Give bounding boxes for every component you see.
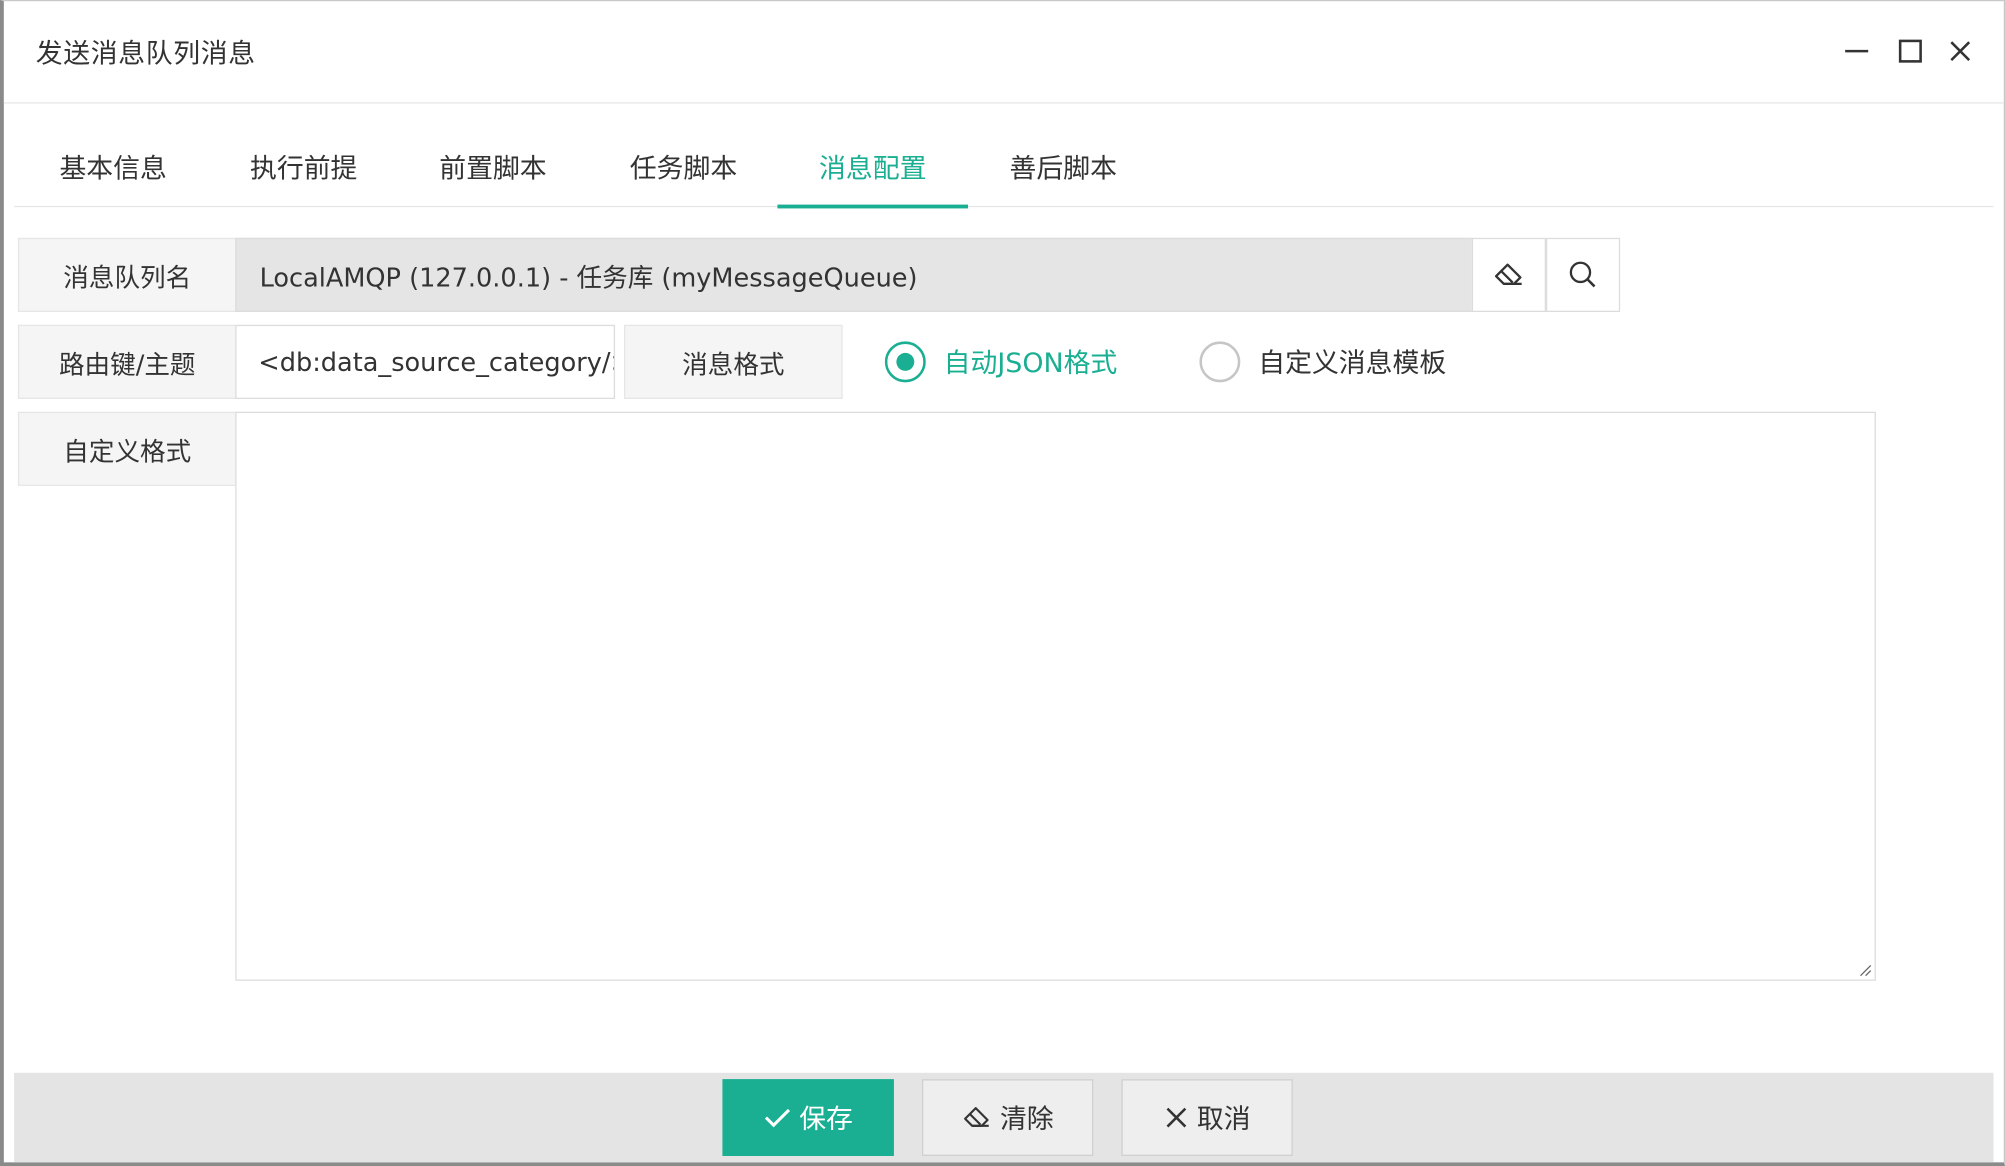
radio-auto-json[interactable]: 自动JSON格式 <box>884 340 1118 383</box>
clear-button[interactable]: 清除 <box>921 1079 1094 1156</box>
title-bar: 发送消息队列消息 <box>3 1 2004 104</box>
routing-key-field[interactable]: <db:data_source_category/> <box>235 324 616 399</box>
tab-pre-script[interactable]: 前置脚本 <box>398 127 589 208</box>
message-format-label: 消息格式 <box>624 324 843 399</box>
minimize-icon <box>1845 49 1869 53</box>
check-icon <box>764 1108 791 1128</box>
eraser-icon <box>1494 263 1522 286</box>
radio-unchecked-icon <box>1199 341 1241 383</box>
custom-format-label: 自定义格式 <box>17 411 237 486</box>
routing-key-label: 路由键/主题 <box>17 324 237 399</box>
cancel-button[interactable]: 取消 <box>1121 1079 1293 1156</box>
radio-checked-icon <box>884 341 926 383</box>
tab-bar: 基本信息 执行前提 前置脚本 任务脚本 消息配置 善后脚本 <box>14 127 1994 209</box>
custom-format-textarea[interactable] <box>235 411 1876 981</box>
tab-precondition[interactable]: 执行前提 <box>208 127 399 208</box>
radio-custom-template[interactable]: 自定义消息模板 <box>1199 340 1446 383</box>
close-button[interactable] <box>1941 32 1979 70</box>
clear-queue-button[interactable] <box>1471 237 1546 313</box>
minimize-button[interactable] <box>1837 32 1875 70</box>
tab-message-config[interactable]: 消息配置 <box>777 127 968 209</box>
cancel-label: 取消 <box>1196 1103 1251 1135</box>
dialog-footer: 保存 清除 取消 <box>14 1072 1994 1163</box>
clear-label: 清除 <box>999 1103 1054 1135</box>
search-icon <box>1569 261 1596 288</box>
tab-basic-info[interactable]: 基本信息 <box>18 127 209 208</box>
queue-name-label: 消息队列名 <box>17 237 237 313</box>
resize-grip-icon[interactable] <box>1857 962 1872 977</box>
radio-auto-json-label: 自动JSON格式 <box>943 347 1118 379</box>
radio-custom-template-label: 自定义消息模板 <box>1258 347 1447 379</box>
queue-name-field[interactable]: LocalAMQP (127.0.0.1) - 任务库 (myMessageQu… <box>235 237 1474 313</box>
dialog-title: 发送消息队列消息 <box>35 38 256 70</box>
send-mq-message-dialog: 发送消息队列消息 基本信息 执行前提 前置脚本 任务脚本 消息配置 善后脚本 消… <box>0 0 2005 1166</box>
maximize-button[interactable] <box>1891 32 1929 70</box>
save-label: 保存 <box>799 1103 853 1135</box>
tab-cleanup-script[interactable]: 善后脚本 <box>968 127 1159 208</box>
eraser-icon <box>964 1107 989 1127</box>
close-icon <box>1166 1107 1187 1128</box>
save-button[interactable]: 保存 <box>722 1079 894 1156</box>
close-icon <box>1950 41 1971 62</box>
search-queue-button[interactable] <box>1545 237 1621 313</box>
maximize-icon <box>1898 39 1922 63</box>
tab-task-script[interactable]: 任务脚本 <box>588 127 779 208</box>
